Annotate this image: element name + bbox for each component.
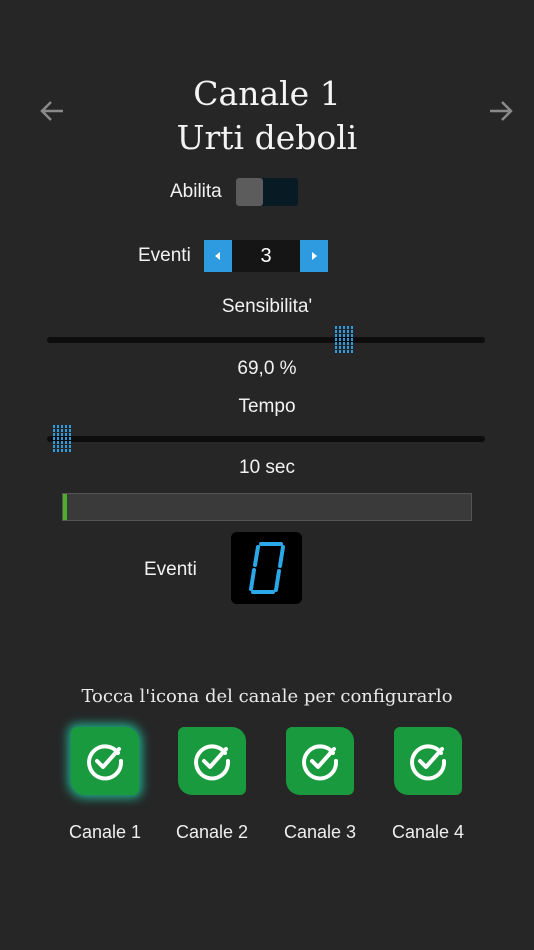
enable-label: Abilita [170, 181, 222, 202]
sensitivity-slider-track[interactable] [47, 337, 485, 343]
time-slider-thumb[interactable] [52, 424, 72, 454]
channel-instruction: Tocca l'icona del canale per configurarl… [81, 686, 453, 707]
slider-grip-icon [334, 326, 353, 353]
check-circle-icon [302, 744, 339, 781]
progress-fill [63, 494, 68, 520]
event-counter-label: Eventi [144, 559, 197, 580]
triangle-left-icon [215, 252, 220, 260]
check-circle-icon [410, 744, 447, 781]
seven-segment-zero-digit [249, 542, 285, 594]
time-progress-bar [62, 493, 472, 521]
toggle-knob [236, 178, 263, 206]
sensitivity-label: Sensibilita' [221, 296, 313, 317]
mode-title: Urti deboli [176, 118, 358, 157]
time-value: 10 sec [239, 457, 295, 478]
channel-4-label: Canale 4 [391, 822, 465, 842]
sensitivity-slider-thumb[interactable] [334, 325, 354, 355]
enable-toggle[interactable] [236, 178, 298, 206]
channel-1-button[interactable] [71, 727, 139, 795]
events-stepper-label: Eventi [138, 245, 191, 266]
channel-3-button[interactable] [286, 727, 354, 795]
channel-3-label: Canale 3 [283, 822, 357, 842]
events-value: 3 [260, 245, 272, 267]
channel-2-button[interactable] [178, 727, 246, 795]
channel-2-label: Canale 2 [175, 822, 249, 842]
decrement-button[interactable] [204, 240, 232, 272]
sensitivity-value: 69,0 % [237, 358, 297, 379]
triangle-right-icon [312, 252, 317, 260]
event-counter-display [231, 532, 302, 604]
time-label: Tempo [238, 396, 296, 417]
channel-4-button[interactable] [394, 727, 462, 795]
events-stepper: 3 [204, 240, 328, 272]
time-slider-track[interactable] [47, 436, 485, 442]
slider-grip-icon [53, 425, 71, 452]
increment-button[interactable] [300, 240, 328, 272]
check-circle-icon [87, 744, 124, 781]
channel-title: Canale 1 [193, 74, 341, 113]
check-circle-icon [194, 744, 231, 781]
channel-1-label: Canale 1 [68, 822, 142, 842]
